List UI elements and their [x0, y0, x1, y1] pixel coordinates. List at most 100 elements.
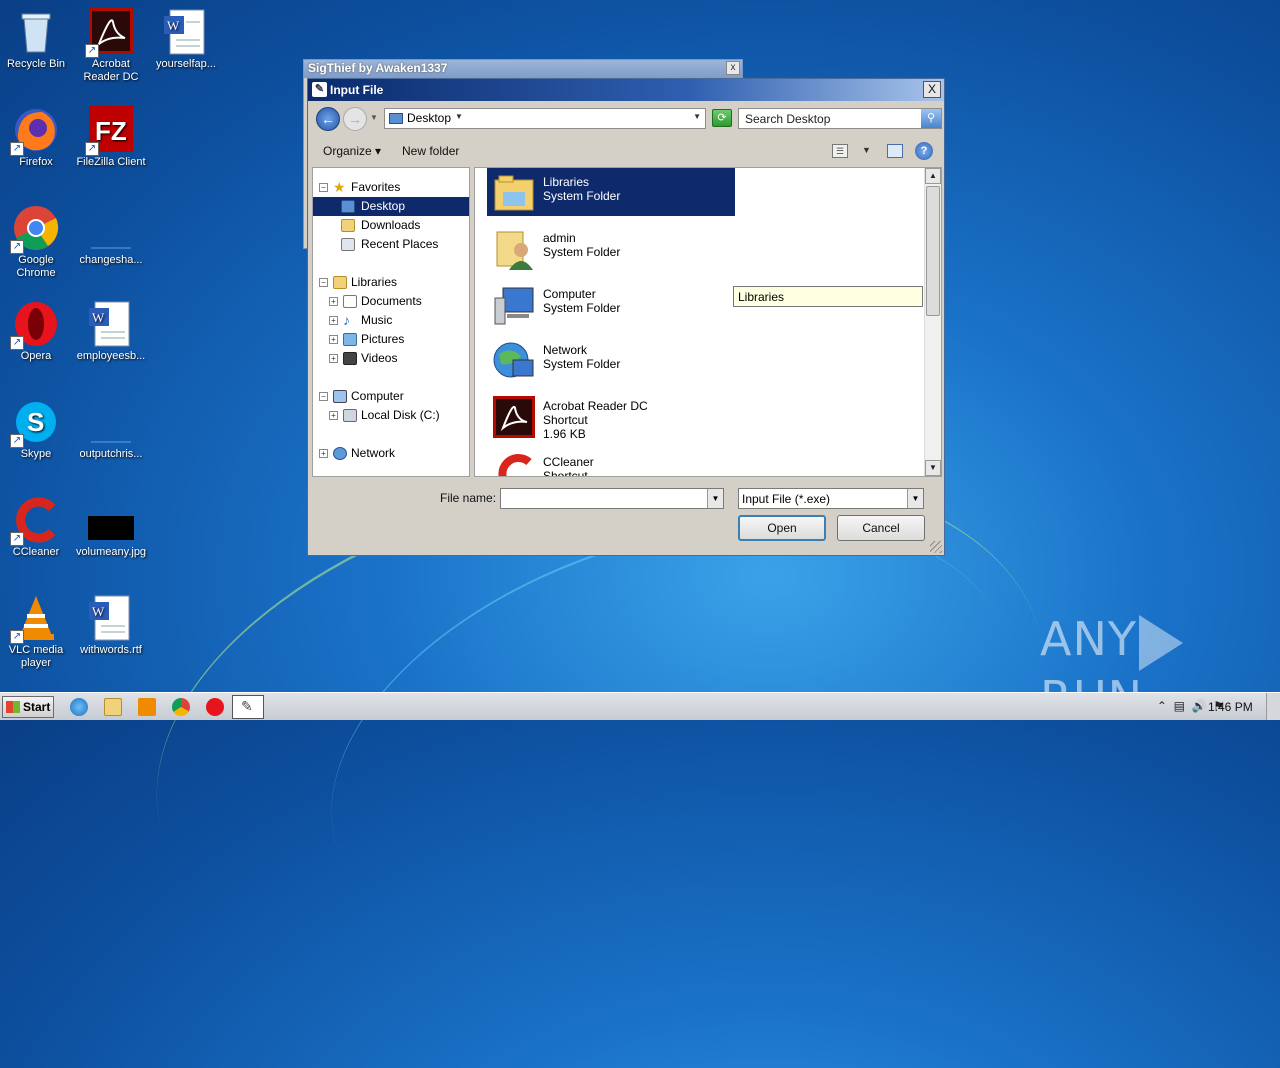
tree-item-local-disk[interactable]: + Local Disk (C:): [313, 406, 469, 425]
desktop-icon-changesha[interactable]: changesha...: [73, 204, 149, 267]
collapse-icon[interactable]: −: [319, 278, 328, 287]
ccleaner-icon: [493, 452, 535, 476]
address-dropdown-icon[interactable]: ▼: [693, 112, 701, 121]
expand-icon[interactable]: +: [329, 297, 338, 306]
forward-button[interactable]: →: [343, 107, 367, 131]
desktop-icon-word-doc[interactable]: W yourselfap...: [148, 8, 224, 71]
taskbar-sigthief-button[interactable]: ✎: [232, 695, 264, 719]
tree-item-network[interactable]: + Network: [313, 444, 469, 463]
desktop-icon-employeesb[interactable]: W employeesb...: [73, 300, 149, 363]
chrome-icon[interactable]: [172, 698, 190, 716]
input-file-dialog[interactable]: ✎ Input File X ← → ▼ Desktop ▼ ▼ ⟳ Searc…: [307, 78, 945, 556]
tree-item-music[interactable]: + ♪ Music: [313, 311, 469, 330]
start-button[interactable]: Start: [2, 696, 54, 718]
view-dropdown-icon[interactable]: ▼: [862, 145, 871, 155]
tree-item-recent-places[interactable]: Recent Places: [313, 235, 469, 254]
explorer-folder-icon[interactable]: [104, 698, 122, 716]
search-placeholder: Search Desktop: [745, 112, 831, 126]
tree-item-libraries[interactable]: − Libraries: [313, 273, 469, 292]
file-type-dropdown-icon[interactable]: ▼: [907, 489, 923, 508]
tree-item-desktop[interactable]: Desktop: [313, 197, 469, 216]
breadcrumb-arrow-icon[interactable]: ▼: [455, 112, 463, 121]
clock[interactable]: 1:46 PM: [1208, 700, 1253, 714]
expand-icon[interactable]: +: [319, 449, 328, 458]
address-location: Desktop: [407, 111, 452, 125]
desktop-icon-volumeany[interactable]: volumeany.jpg: [73, 496, 149, 559]
change-view-icon[interactable]: ☰: [832, 144, 848, 158]
desktop-icon-firefox[interactable]: ↗ Firefox: [0, 106, 74, 169]
tree-item-documents[interactable]: + Documents: [313, 292, 469, 311]
navigation-pane[interactable]: − ★ Favorites Desktop Downloads Recent P…: [312, 167, 470, 477]
file-item-computer[interactable]: Computer System Folder: [487, 280, 735, 328]
file-name-label: File name:: [440, 491, 497, 505]
resize-grip-icon[interactable]: [930, 541, 942, 553]
file-type-value: Input File (*.exe): [742, 492, 831, 506]
preview-pane-icon[interactable]: [887, 144, 903, 158]
desktop-icon-chrome[interactable]: ↗ Google Chrome: [0, 204, 74, 280]
acrobat-icon: ↗: [85, 8, 135, 58]
sigthief-close-button[interactable]: x: [726, 61, 740, 75]
blank-file-icon: [87, 398, 135, 446]
skype-icon: S ↗: [10, 398, 60, 448]
svg-text:W: W: [92, 310, 105, 325]
show-desktop-button[interactable]: [1266, 693, 1280, 720]
file-list-scrollbar[interactable]: ▲ ▼: [924, 168, 941, 476]
desktop-icon-acrobat[interactable]: ↗ Acrobat Reader DC: [73, 8, 149, 84]
desktop-icon-vlc[interactable]: ↗ VLC media player: [0, 594, 74, 670]
collapse-icon[interactable]: −: [319, 392, 328, 401]
file-item-network[interactable]: Network System Folder: [487, 336, 735, 384]
dialog-title: Input File: [330, 83, 384, 97]
collapse-icon[interactable]: −: [319, 183, 328, 192]
file-item-libraries[interactable]: Libraries System Folder: [487, 168, 735, 216]
file-type-select[interactable]: Input File (*.exe) ▼: [738, 488, 924, 509]
shortcut-arrow-icon: ↗: [10, 630, 24, 644]
file-item-ccleaner[interactable]: CCleaner Shortcut: [487, 448, 735, 476]
file-name-input[interactable]: ▼: [500, 488, 724, 509]
refresh-button[interactable]: ⟳: [712, 109, 732, 127]
scroll-up-icon[interactable]: ▲: [925, 168, 941, 184]
desktop-icon-recycle-bin[interactable]: Recycle Bin: [0, 8, 74, 71]
address-bar[interactable]: Desktop ▼ ▼: [384, 108, 706, 129]
internet-explorer-icon[interactable]: [70, 698, 88, 716]
tree-item-pictures[interactable]: + Pictures: [313, 330, 469, 349]
tree-item-favorites[interactable]: − ★ Favorites: [313, 178, 469, 197]
search-icon[interactable]: ⚲: [921, 109, 941, 128]
scroll-thumb[interactable]: [926, 186, 940, 316]
recycle-bin-icon: [12, 8, 60, 56]
ccleaner-icon: ↗: [10, 496, 60, 546]
shortcut-arrow-icon: ↗: [10, 532, 24, 546]
new-folder-button[interactable]: New folder: [402, 144, 459, 158]
opera-icon[interactable]: [206, 698, 224, 716]
expand-icon[interactable]: +: [329, 335, 338, 344]
shortcut-arrow-icon: ↗: [10, 240, 24, 254]
computer-icon: [333, 390, 347, 403]
media-player-icon[interactable]: [138, 698, 156, 716]
desktop-icon-ccleaner[interactable]: ↗ CCleaner: [0, 496, 74, 559]
file-item-acrobat[interactable]: Acrobat Reader DC Shortcut 1.96 KB: [487, 392, 735, 441]
file-list[interactable]: Libraries System Folder admin System Fol…: [474, 167, 942, 477]
organize-button[interactable]: Organize ▾: [323, 144, 381, 158]
help-button[interactable]: ?: [915, 142, 933, 160]
desktop-icon-outputchris[interactable]: outputchris...: [73, 398, 149, 461]
expand-icon[interactable]: +: [329, 316, 338, 325]
desktop-icon-opera[interactable]: ↗ Opera: [0, 300, 74, 363]
cancel-button[interactable]: Cancel: [837, 515, 925, 541]
tree-item-downloads[interactable]: Downloads: [313, 216, 469, 235]
back-button[interactable]: ←: [316, 107, 340, 131]
recent-locations-dropdown[interactable]: ▼: [370, 113, 378, 122]
file-item-admin[interactable]: admin System Folder: [487, 224, 735, 272]
dialog-close-button[interactable]: X: [923, 81, 941, 98]
search-input[interactable]: Search Desktop ⚲: [738, 108, 942, 129]
scroll-down-icon[interactable]: ▼: [925, 460, 941, 476]
tree-item-videos[interactable]: + Videos: [313, 349, 469, 368]
desktop-icon-withwords[interactable]: W withwords.rtf: [73, 594, 149, 657]
expand-icon[interactable]: +: [329, 411, 338, 420]
expand-icon[interactable]: +: [329, 354, 338, 363]
open-button[interactable]: Open: [738, 515, 826, 541]
desktop-icon-filezilla[interactable]: FZ ↗ FileZilla Client: [73, 106, 149, 169]
dialog-titlebar: ✎ Input File X: [308, 79, 944, 101]
file-name-dropdown-icon[interactable]: ▼: [707, 489, 723, 508]
shortcut-arrow-icon: ↗: [10, 336, 24, 350]
desktop-icon-skype[interactable]: S ↗ Skype: [0, 398, 74, 461]
tree-item-computer[interactable]: − Computer: [313, 387, 469, 406]
